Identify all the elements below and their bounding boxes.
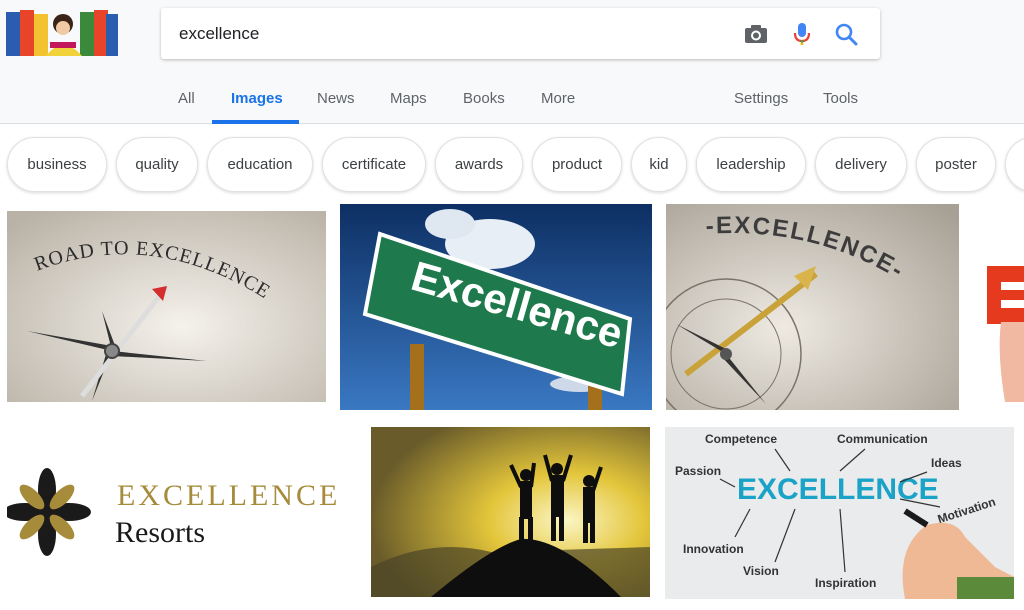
image-result-compass-excellence[interactable]: -EXCELLENCE- — [666, 204, 959, 410]
google-doodle-logo[interactable] — [6, 8, 120, 58]
image-result-mountain-silhouettes[interactable] — [371, 427, 650, 597]
chip-education[interactable]: education — [207, 137, 313, 192]
chip-poster[interactable]: poster — [916, 137, 996, 192]
chip-business[interactable]: business — [7, 137, 107, 192]
chip-product[interactable]: product — [532, 137, 622, 192]
settings-link[interactable]: Settings — [734, 90, 788, 107]
image-result-road-to-excellence[interactable]: ROAD TO EXCELLENCE — [7, 211, 326, 402]
chip-next-partial[interactable] — [1005, 137, 1024, 192]
tools-link[interactable]: Tools — [823, 90, 858, 107]
chip-quality[interactable]: quality — [116, 137, 198, 192]
chip-kid[interactable]: kid — [631, 137, 687, 192]
tab-all[interactable]: All — [178, 90, 195, 107]
search-tabs: All Images News Maps Books More Settings… — [0, 80, 1024, 124]
chip-delivery[interactable]: delivery — [815, 137, 907, 192]
search-icon[interactable] — [833, 21, 859, 47]
image-result-partial[interactable] — [985, 204, 1024, 402]
image-result-excellence-mindmap[interactable]: Competence Communication Passion Ideas M… — [665, 427, 1014, 599]
microphone-icon[interactable] — [789, 21, 815, 47]
chip-leadership[interactable]: leadership — [696, 137, 806, 192]
tab-more[interactable]: More — [541, 90, 575, 107]
mindmap-word-innovation: Innovation — [683, 542, 744, 556]
mindmap-word-ideas: Ideas — [931, 456, 962, 470]
search-input[interactable]: excellence — [179, 8, 259, 59]
tab-books[interactable]: Books — [463, 90, 505, 107]
search-box[interactable]: excellence — [161, 8, 880, 59]
image-result-excellence-resorts[interactable]: EXCELLENCE Resorts — [7, 427, 359, 597]
tab-maps[interactable]: Maps — [390, 90, 427, 107]
mindmap-word-inspiration: Inspiration — [815, 576, 876, 590]
image-result-excellence-sign[interactable]: Excellence — [340, 204, 652, 410]
tab-images[interactable]: Images — [231, 90, 283, 107]
chip-awards[interactable]: awards — [435, 137, 523, 192]
resorts-line2: Resorts — [115, 516, 205, 549]
mindmap-word-communication: Communication — [837, 432, 928, 446]
mindmap-word-competence: Competence — [705, 432, 777, 446]
active-tab-indicator — [212, 120, 299, 124]
camera-icon[interactable] — [743, 21, 769, 47]
header: excellence All Images News Maps Books Mo… — [0, 0, 1024, 124]
mindmap-word-passion: Passion — [675, 464, 721, 478]
mindmap-word-vision: Vision — [743, 564, 779, 578]
tab-news[interactable]: News — [317, 90, 355, 107]
resorts-line1: EXCELLENCE — [117, 479, 340, 512]
chip-certificate[interactable]: certificate — [322, 137, 426, 192]
